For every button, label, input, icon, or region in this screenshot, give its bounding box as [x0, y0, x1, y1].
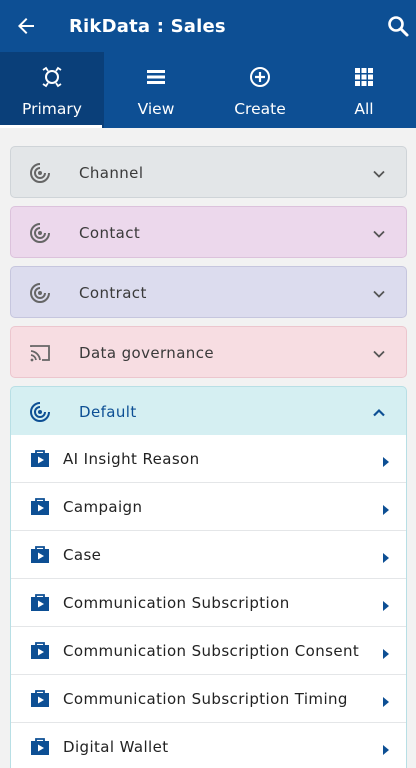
tab-label: Create	[234, 100, 286, 118]
caret-right-icon	[382, 693, 390, 707]
cast-icon	[28, 341, 52, 365]
plus-circle-icon	[249, 66, 271, 88]
search-icon[interactable]	[386, 14, 410, 38]
list-item-label: Campaign	[63, 498, 143, 516]
radar-icon	[28, 400, 52, 424]
video-folder-icon	[30, 545, 50, 564]
section-label: Contract	[79, 284, 147, 302]
video-folder-icon	[30, 497, 50, 516]
tab-bar: Primary View Create All	[0, 52, 416, 128]
section-data-governance[interactable]: Data governance	[10, 326, 407, 378]
list-item-campaign[interactable]: Campaign	[11, 483, 406, 531]
section-label: Data governance	[79, 344, 214, 362]
section-list: Channel Contact Contract Data governance…	[0, 128, 416, 768]
list-icon	[145, 66, 167, 88]
chevron-down-icon	[372, 286, 386, 300]
video-folder-icon	[30, 737, 50, 756]
caret-right-icon	[382, 549, 390, 563]
list-item-communication-subscription[interactable]: Communication Subscription	[11, 579, 406, 627]
chevron-down-icon	[372, 166, 386, 180]
section-contact[interactable]: Contact	[10, 206, 407, 258]
caret-right-icon	[382, 453, 390, 467]
tab-primary[interactable]: Primary	[0, 52, 104, 128]
section-channel[interactable]: Channel	[10, 146, 407, 198]
page-title: RikData : Sales	[69, 16, 226, 37]
list-item-communication-subscription-consent[interactable]: Communication Subscription Consent	[11, 627, 406, 675]
tab-label: View	[137, 100, 175, 118]
list-item-label: AI Insight Reason	[63, 450, 200, 468]
list-item-digital-wallet[interactable]: Digital Wallet	[11, 723, 406, 768]
tab-all[interactable]: All	[312, 52, 416, 128]
arrow-left-icon[interactable]	[14, 14, 38, 38]
caret-right-icon	[382, 741, 390, 755]
list-item-label: Communication Subscription Consent	[63, 642, 360, 660]
default-items-list: AI Insight Reason Campaign Case Communic…	[10, 435, 407, 768]
radar-icon	[28, 161, 52, 185]
chevron-up-icon	[372, 405, 386, 419]
list-item-label: Digital Wallet	[63, 738, 169, 756]
chevron-down-icon	[372, 346, 386, 360]
section-label: Default	[79, 403, 137, 421]
primary-icon	[41, 66, 63, 88]
section-contract[interactable]: Contract	[10, 266, 407, 318]
section-default[interactable]: Default	[10, 386, 407, 436]
caret-right-icon	[382, 501, 390, 515]
list-item-case[interactable]: Case	[11, 531, 406, 579]
grid-icon	[353, 66, 375, 88]
chevron-down-icon	[372, 226, 386, 240]
video-folder-icon	[30, 641, 50, 660]
video-folder-icon	[30, 449, 50, 468]
tab-view[interactable]: View	[104, 52, 208, 128]
caret-right-icon	[382, 597, 390, 611]
list-item-label: Communication Subscription	[63, 594, 290, 612]
app-header: RikData : Sales	[0, 0, 416, 52]
tab-label: All	[354, 100, 374, 118]
video-folder-icon	[30, 689, 50, 708]
tab-create[interactable]: Create	[208, 52, 312, 128]
radar-icon	[28, 221, 52, 245]
section-label: Channel	[79, 164, 144, 182]
list-item-label: Communication Subscription Timing	[63, 690, 348, 708]
list-item-ai-insight-reason[interactable]: AI Insight Reason	[11, 435, 406, 483]
radar-icon	[28, 281, 52, 305]
caret-right-icon	[382, 645, 390, 659]
section-label: Contact	[79, 224, 141, 242]
list-item-communication-subscription-timing[interactable]: Communication Subscription Timing	[11, 675, 406, 723]
tab-label: Primary	[22, 100, 82, 118]
video-folder-icon	[30, 593, 50, 612]
app: RikData : Sales Primary View Create All …	[0, 0, 416, 768]
list-item-label: Case	[63, 546, 102, 564]
